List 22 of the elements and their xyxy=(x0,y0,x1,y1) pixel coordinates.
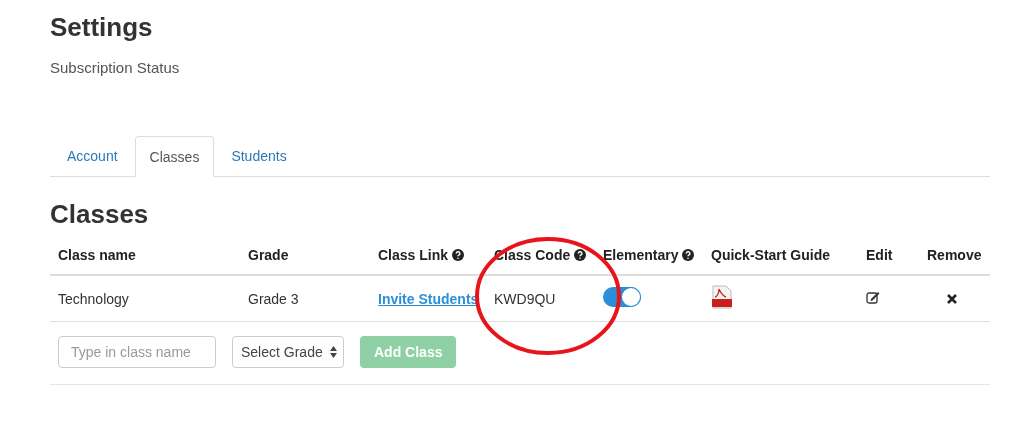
page-title: Settings xyxy=(50,12,153,43)
tab[interactable]: Account xyxy=(52,136,133,176)
column-header: Class name xyxy=(58,247,137,263)
column-header: Edit xyxy=(866,247,894,263)
class-name-field[interactable]: Type in class name xyxy=(58,336,216,368)
column-header: Class Link xyxy=(378,247,494,263)
column-header: Remove xyxy=(927,247,983,263)
sort-arrows-icon xyxy=(330,346,337,358)
subscription-status: Subscription Status xyxy=(50,59,180,76)
edit-icon[interactable] xyxy=(866,290,880,304)
table-cell-text: Technology xyxy=(58,290,130,307)
tab[interactable]: Students xyxy=(216,136,302,176)
column-header: Quick-Start Guide xyxy=(711,247,832,263)
column-header: Grade xyxy=(248,247,290,263)
column-header: Elementary xyxy=(603,247,711,263)
close-icon[interactable] xyxy=(947,293,957,304)
table-cell-text: KWD9QU xyxy=(494,290,557,307)
pdf-icon[interactable] xyxy=(711,285,733,309)
table-cell-text: Grade 3 xyxy=(248,290,300,307)
grade-select[interactable]: Select Grade xyxy=(232,336,344,368)
tab[interactable]: Classes xyxy=(134,136,215,177)
section-title: Classes xyxy=(50,199,149,230)
